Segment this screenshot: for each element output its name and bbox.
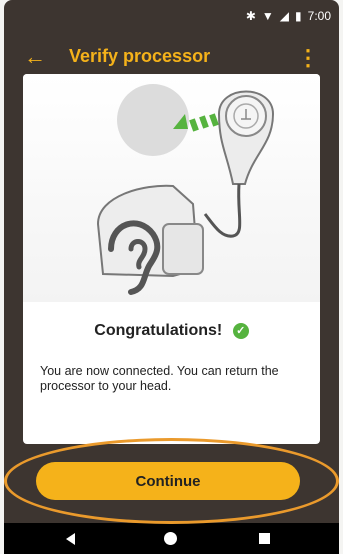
wifi-icon: ▼: [261, 9, 274, 23]
processor-connection-illustration: [23, 74, 320, 302]
congratulations-heading: Congratulations! ✓: [23, 322, 320, 340]
check-circle-icon: ✓: [232, 322, 249, 339]
system-nav-bar: [4, 523, 339, 554]
page-title: Verify processor: [69, 46, 211, 66]
illustration-graphic: [96, 84, 275, 295]
processor-placeholder-circle: [117, 84, 189, 156]
status-bar: ✱ ▼ ◢ ▮ 7:00: [4, 0, 339, 30]
arrow-left-icon[interactable]: ←: [24, 44, 46, 70]
home-circle-icon[interactable]: [164, 532, 177, 545]
cable-line: [203, 183, 242, 238]
status-icons: ✱ ▼ ◢ ▮ 7:00: [246, 9, 331, 23]
heading-text: Congratulations!: [94, 322, 223, 339]
recent-square-icon[interactable]: [259, 533, 270, 544]
more-vertical-icon[interactable]: ⋮: [297, 45, 319, 71]
status-time: 7:00: [307, 9, 331, 23]
connection-message: You are now connected. You can return th…: [40, 364, 279, 393]
highlight-ring: [4, 438, 339, 524]
battery-icon: ▮: [295, 9, 302, 23]
back-triangle-icon[interactable]: [66, 533, 75, 545]
content-card: Congratulations! ✓ You are now connected…: [23, 74, 320, 444]
signal-icon: ◢: [279, 9, 290, 23]
bluetooth-icon: ✱: [245, 9, 256, 23]
